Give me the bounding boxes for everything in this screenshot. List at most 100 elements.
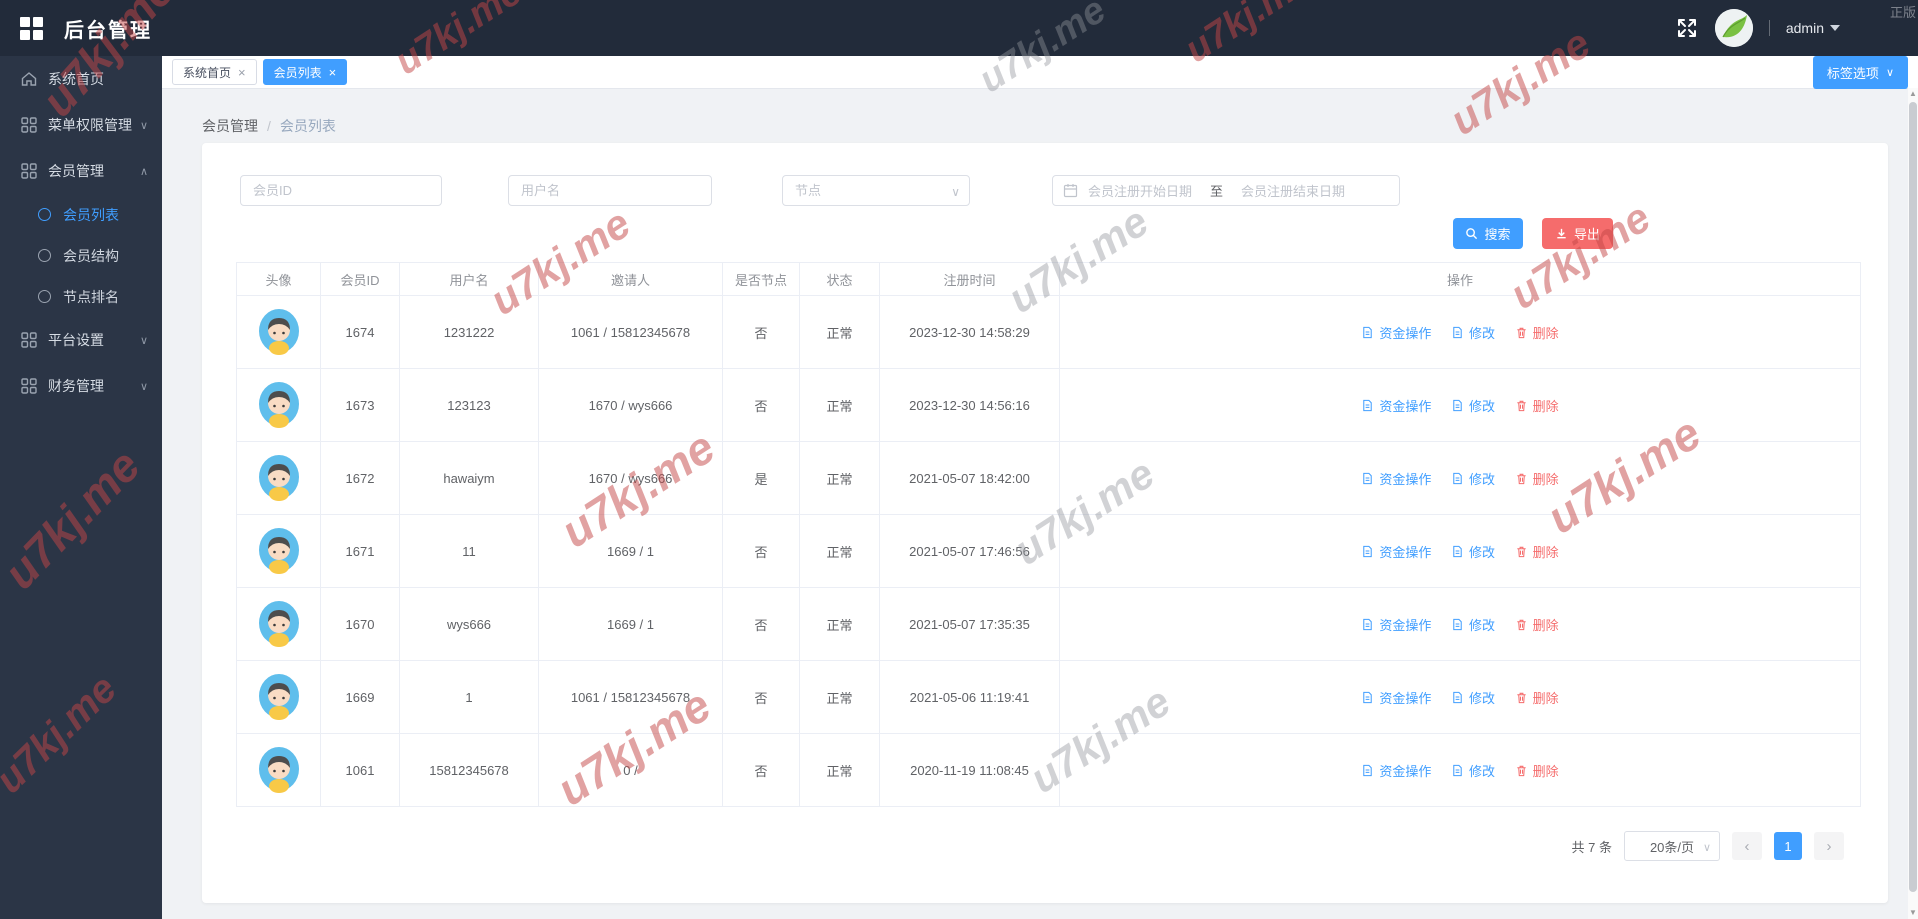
tab-home[interactable]: 系统首页 ×	[172, 59, 257, 85]
cell-username: hawaiym	[399, 441, 539, 515]
delete-link[interactable]: 删除	[1515, 615, 1559, 634]
date-separator: 至	[1210, 184, 1224, 199]
cell-reg-time: 2023-12-30 14:58:29	[879, 295, 1060, 369]
edit-link[interactable]: 修改	[1451, 323, 1495, 342]
breadcrumb-current: 会员列表	[279, 118, 336, 134]
cell-inviter: 1061 / 15812345678	[538, 660, 723, 734]
cell-status: 正常	[799, 441, 880, 515]
sidebar-item-member-structure[interactable]: 会员结构	[0, 235, 162, 276]
main-content: 会员管理/会员列表 ∨ 会员注册开始日期 至 会员注册结束日期 搜索	[162, 90, 1918, 919]
page-number-button[interactable]: 1	[1774, 832, 1802, 860]
export-button[interactable]: 导出	[1542, 218, 1613, 249]
sidebar-item-member-mgmt[interactable]: 会员管理 ∧	[0, 148, 162, 194]
document-icon	[1451, 545, 1464, 558]
scrollbar-thumb[interactable]	[1909, 102, 1917, 892]
member-id-input[interactable]	[240, 175, 442, 206]
delete-link[interactable]: 删除	[1515, 761, 1559, 780]
register-date-range-picker[interactable]: 会员注册开始日期 至 会员注册结束日期	[1052, 175, 1400, 206]
funds-action-link[interactable]: 资金操作	[1361, 688, 1431, 707]
next-page-button[interactable]: ›	[1814, 832, 1844, 860]
cell-is-node: 否	[722, 368, 800, 442]
cell-is-node: 是	[722, 441, 800, 515]
close-icon[interactable]: ×	[329, 66, 337, 79]
pagination: 共 7 条 20条/页 ∨ ‹ 1 ›	[1572, 831, 1844, 861]
sidebar-item-member-list[interactable]: 会员列表	[0, 194, 162, 235]
cell-member-id: 1669	[320, 660, 400, 734]
chevron-down-icon: ∨	[139, 380, 148, 393]
corner-watermark: 正版	[1889, 5, 1916, 20]
download-icon	[1557, 228, 1566, 239]
document-icon	[1361, 545, 1374, 558]
vertical-scrollbar[interactable]: ▲ ▼	[1908, 88, 1918, 919]
user-avatar[interactable]	[1714, 9, 1753, 47]
scroll-down-icon[interactable]: ▼	[1909, 909, 1917, 917]
sidebar-item-home[interactable]: 系统首页	[0, 56, 162, 102]
close-icon[interactable]: ×	[238, 66, 246, 79]
funds-action-link[interactable]: 资金操作	[1361, 469, 1431, 488]
edit-link[interactable]: 修改	[1451, 615, 1495, 634]
avatar-image	[257, 672, 301, 720]
funds-action-link[interactable]: 资金操作	[1361, 542, 1431, 561]
app-logo-icon[interactable]	[20, 17, 43, 40]
avatar	[257, 745, 301, 793]
fullscreen-icon[interactable]	[1675, 16, 1699, 40]
delete-link[interactable]: 删除	[1515, 542, 1559, 561]
sidebar-item-platform-settings[interactable]: 平台设置 ∨	[0, 317, 162, 363]
funds-action-link[interactable]: 资金操作	[1361, 323, 1431, 342]
edit-link[interactable]: 修改	[1451, 688, 1495, 707]
sidebar-item-finance-mgmt[interactable]: 财务管理 ∨	[0, 363, 162, 409]
cell-status: 正常	[799, 587, 880, 661]
delete-link[interactable]: 删除	[1515, 469, 1559, 488]
edit-link[interactable]: 修改	[1451, 542, 1495, 561]
cell-is-node: 否	[722, 587, 800, 661]
funds-action-link[interactable]: 资金操作	[1361, 761, 1431, 780]
sidebar-item-menu-permission[interactable]: 菜单权限管理 ∨	[0, 102, 162, 148]
cell-is-node: 否	[722, 514, 800, 588]
col-username: 用户名	[399, 262, 539, 296]
cell-reg-time: 2021-05-07 18:42:00	[879, 441, 1060, 515]
delete-link[interactable]: 删除	[1515, 323, 1559, 342]
funds-action-link[interactable]: 资金操作	[1361, 396, 1431, 415]
document-icon	[1361, 399, 1374, 412]
cell-member-id: 1672	[320, 441, 400, 515]
prev-page-button[interactable]: ‹	[1732, 832, 1762, 860]
circle-icon	[38, 290, 51, 303]
trash-icon	[1515, 764, 1528, 777]
edit-link[interactable]: 修改	[1451, 469, 1495, 488]
edit-link[interactable]: 修改	[1451, 761, 1495, 780]
avatar	[257, 307, 301, 355]
cell-status: 正常	[799, 295, 880, 369]
tag-options-button[interactable]: 标签选项 ∨	[1812, 56, 1908, 89]
page-size-select[interactable]: 20条/页 ∨	[1624, 831, 1720, 861]
node-select-input[interactable]	[782, 175, 970, 206]
node-select[interactable]: ∨	[782, 175, 970, 206]
delete-link[interactable]: 删除	[1515, 396, 1559, 415]
circle-icon	[38, 249, 51, 262]
trash-icon	[1515, 618, 1528, 631]
col-avatar: 头像	[236, 262, 321, 296]
tab-member-list[interactable]: 会员列表 ×	[262, 59, 348, 85]
cell-username: 123123	[399, 368, 539, 442]
document-icon	[1451, 764, 1464, 777]
scroll-up-icon[interactable]: ▲	[1909, 90, 1917, 98]
cell-inviter: 1670 / wys666	[538, 441, 723, 515]
edit-link[interactable]: 修改	[1451, 396, 1495, 415]
cell-username: wys666	[399, 587, 539, 661]
document-icon	[1361, 472, 1374, 485]
sidebar-item-node-ranking[interactable]: 节点排名	[0, 276, 162, 317]
cell-member-id: 1673	[320, 368, 400, 442]
user-menu[interactable]: admin	[1786, 20, 1840, 36]
funds-action-link[interactable]: 资金操作	[1361, 615, 1431, 634]
breadcrumb-parent[interactable]: 会员管理	[202, 118, 258, 134]
chevron-down-icon: ∨	[139, 119, 148, 132]
username-input[interactable]	[508, 175, 712, 206]
search-button[interactable]: 搜索	[1453, 218, 1523, 249]
delete-link[interactable]: 删除	[1515, 688, 1559, 707]
cell-reg-time: 2021-05-07 17:35:35	[879, 587, 1060, 661]
cell-inviter: 1669 / 1	[538, 587, 723, 661]
cell-status: 正常	[799, 368, 880, 442]
cell-status: 正常	[799, 660, 880, 734]
col-status: 状态	[799, 262, 880, 296]
cell-inviter: 0 /	[538, 733, 723, 807]
col-reg-time: 注册时间	[879, 262, 1060, 296]
